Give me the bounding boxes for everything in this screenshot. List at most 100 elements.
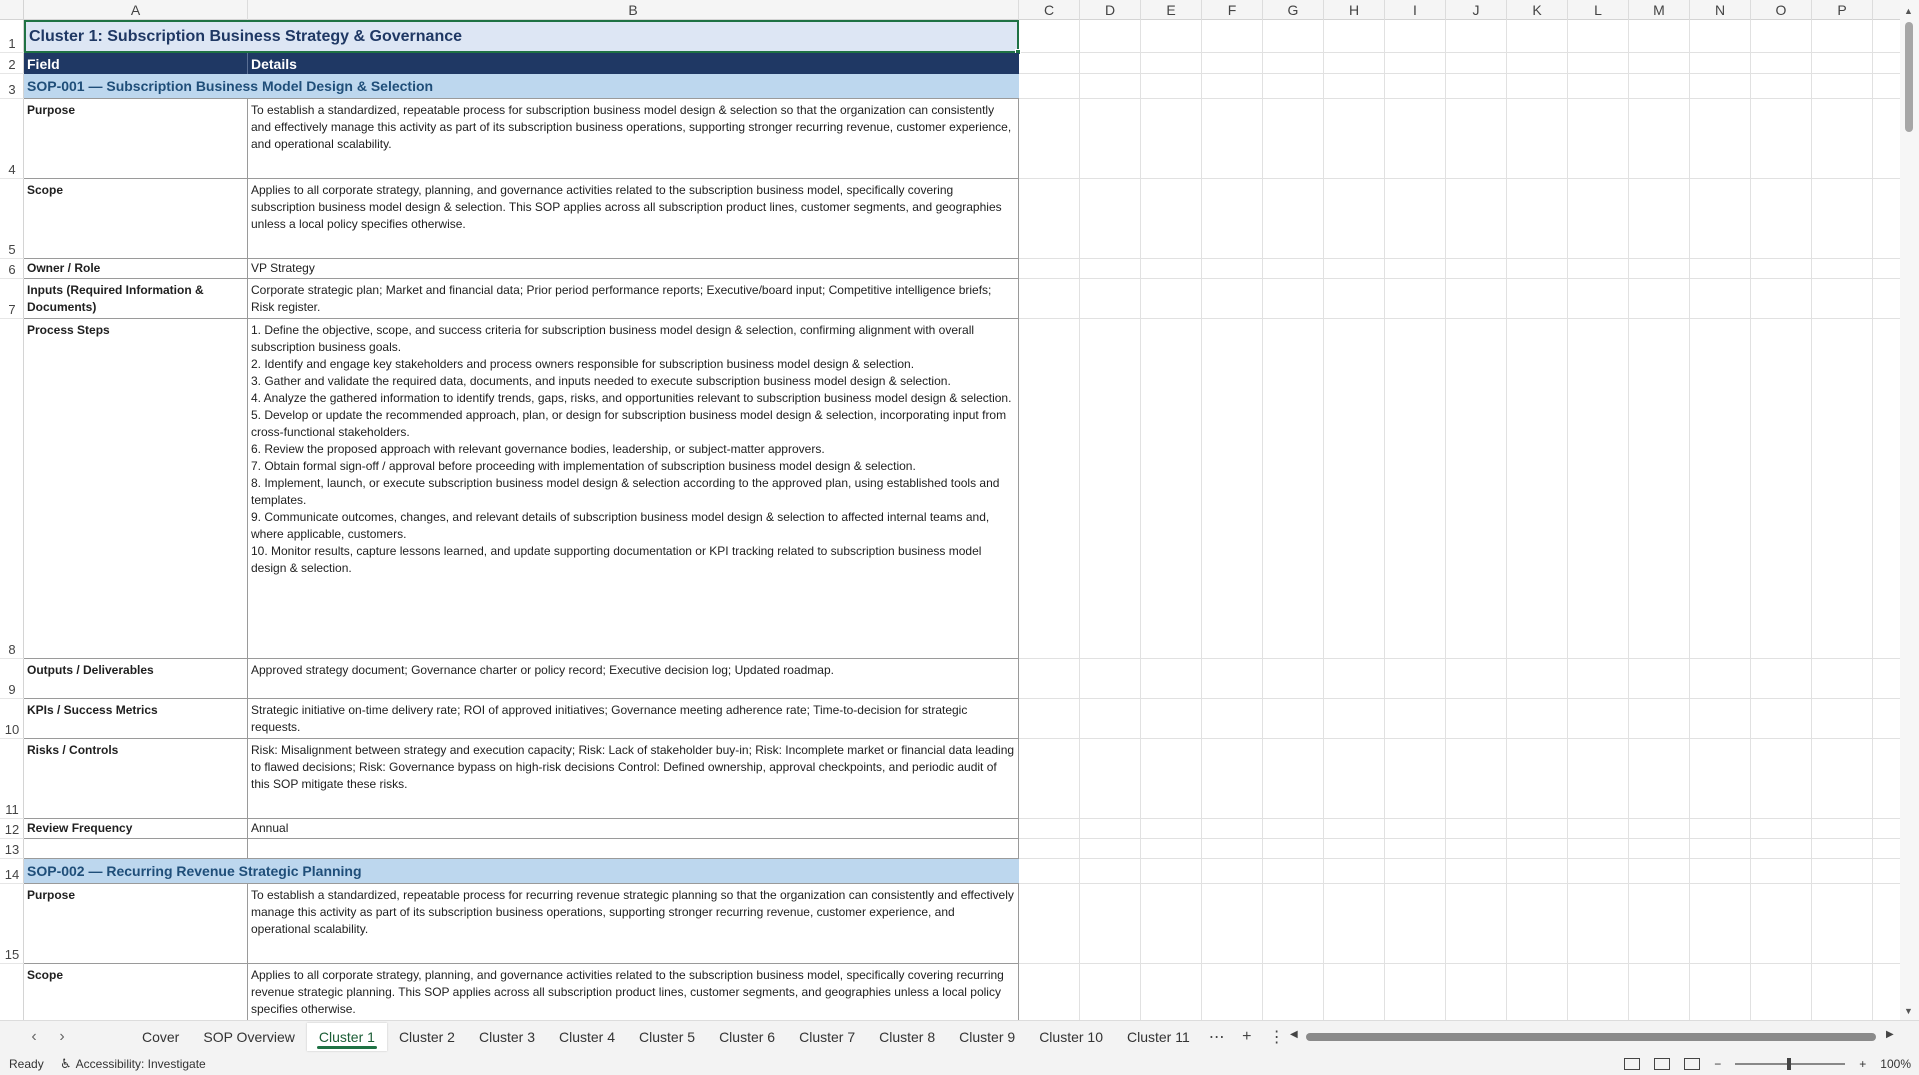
vertical-scrollbar[interactable]: ▲ ▼ [1900,0,1919,1020]
zoom-level[interactable]: 100% [1880,1057,1911,1071]
row-header[interactable]: 10 [0,699,24,739]
field-owner[interactable]: Owner / Role [24,259,248,279]
page-break-view-icon[interactable] [1684,1058,1701,1070]
column-header-k[interactable]: K [1507,0,1568,20]
accessibility-button[interactable]: ♿ Accessibility: Investigate [60,1056,206,1072]
grid-line [1263,20,1324,1020]
row-header[interactable]: 14 [0,859,24,884]
field-review[interactable]: Review Frequency [24,819,248,839]
row-header[interactable]: 9 [0,659,24,699]
cell-grid[interactable]: 1 2 3 4 5 6 7 8 9 10 11 12 13 14 15 16 [0,20,1900,1020]
empty-cell[interactable] [24,839,248,859]
add-sheet-icon[interactable]: + [1232,1028,1262,1046]
field-risks[interactable]: Risks / Controls [24,739,248,819]
column-header-h[interactable]: H [1324,0,1385,20]
scroll-right-icon[interactable]: ▶ [1886,1029,1894,1040]
sheet-tab-cluster-11[interactable]: Cluster 11 [1115,1023,1202,1051]
sheet-tab-cluster-3[interactable]: Cluster 3 [467,1023,547,1051]
field-scope[interactable]: Scope [24,964,248,1020]
row-header[interactable]: 12 [0,819,24,839]
sheet-tab-cover[interactable]: Cover [130,1023,191,1051]
sheet-tab-cluster-7[interactable]: Cluster 7 [787,1023,867,1051]
column-header-l[interactable]: L [1568,0,1629,20]
details-risks[interactable]: Risk: Misalignment between strategy and … [248,739,1019,819]
sheet-tab-cluster-4[interactable]: Cluster 4 [547,1023,627,1051]
column-header-i[interactable]: I [1385,0,1446,20]
table-row: Outputs / Deliverables Approved strategy… [24,659,1043,699]
field-kpis[interactable]: KPIs / Success Metrics [24,699,248,739]
row-header[interactable]: 4 [0,99,24,179]
field-outputs[interactable]: Outputs / Deliverables [24,659,248,699]
page-layout-view-icon[interactable] [1654,1058,1671,1070]
column-header-a[interactable]: A [24,0,248,20]
field-scope[interactable]: Scope [24,179,248,259]
sheet-tab-cluster-2[interactable]: Cluster 2 [387,1023,467,1051]
row-header[interactable]: 3 [0,74,24,99]
column-header-b[interactable]: B [248,0,1019,20]
field-inputs[interactable]: Inputs (Required Information & Documents… [24,279,248,319]
zoom-out-icon[interactable]: − [1714,1057,1721,1071]
horizontal-scroll-thumb[interactable] [1306,1033,1876,1041]
column-header-o[interactable]: O [1751,0,1812,20]
details-purpose[interactable]: To establish a standardized, repeatable … [248,884,1019,964]
sheet-tab-cluster-1[interactable]: Cluster 1 [306,1023,387,1051]
sheet-title-cell[interactable]: Cluster 1: Subscription Business Strateg… [24,20,1019,53]
sheet-options-icon[interactable]: ⋮ [1262,1027,1292,1047]
column-header-p[interactable]: P [1812,0,1873,20]
column-header-f[interactable]: F [1202,0,1263,20]
zoom-slider-knob[interactable] [1787,1058,1792,1070]
details-scope[interactable]: Applies to all corporate strategy, plann… [248,964,1019,1020]
vertical-scroll-thumb[interactable] [1905,22,1913,132]
column-header-g[interactable]: G [1263,0,1324,20]
row-header[interactable]: 13 [0,839,24,859]
column-header-n[interactable]: N [1690,0,1751,20]
details-purpose[interactable]: To establish a standardized, repeatable … [248,99,1019,179]
sop-001-heading[interactable]: SOP-001 — Subscription Business Model De… [24,74,1019,99]
details-scope[interactable]: Applies to all corporate strategy, plann… [248,179,1019,259]
field-purpose[interactable]: Purpose [24,99,248,179]
row-header[interactable]: 11 [0,739,24,819]
column-header-c[interactable]: C [1019,0,1080,20]
details-kpis[interactable]: Strategic initiative on-time delivery ra… [248,699,1019,739]
zoom-slider[interactable] [1735,1058,1846,1070]
column-header-j[interactable]: J [1446,0,1507,20]
row-header[interactable]: 16 [0,964,24,1020]
select-all-corner[interactable] [0,0,24,20]
sop-002-heading[interactable]: SOP-002 — Recurring Revenue Strategic Pl… [24,859,1019,884]
row-header[interactable]: 15 [0,884,24,964]
sheet-tab-cluster-6[interactable]: Cluster 6 [707,1023,787,1051]
header-details-cell[interactable]: Details [248,53,1019,74]
row-header[interactable]: 8 [0,319,24,659]
sheet-tab-cluster-9[interactable]: Cluster 9 [947,1023,1027,1051]
row-header[interactable]: 5 [0,179,24,259]
zoom-in-icon[interactable]: + [1859,1057,1866,1071]
field-purpose[interactable]: Purpose [24,884,248,964]
field-process-steps[interactable]: Process Steps [24,319,248,659]
details-owner[interactable]: VP Strategy [248,259,1019,279]
details-inputs[interactable]: Corporate strategic plan; Market and fin… [248,279,1019,319]
empty-cell[interactable] [248,839,1019,859]
more-sheets-icon[interactable]: ⋯ [1202,1027,1232,1047]
row-header[interactable]: 2 [0,53,24,74]
column-header-e[interactable]: E [1141,0,1202,20]
sheet-tab-sop-overview[interactable]: SOP Overview [191,1023,307,1051]
horizontal-scrollbar[interactable]: ◀ ▶ [1290,1029,1900,1042]
row-header[interactable]: 1 [0,20,24,53]
previous-sheet-icon[interactable]: ‹ [20,1028,48,1046]
scroll-left-icon[interactable]: ◀ [1290,1029,1298,1040]
sheet-tab-cluster-5[interactable]: Cluster 5 [627,1023,707,1051]
details-review[interactable]: Annual [248,819,1019,839]
scroll-up-icon[interactable]: ▲ [1904,6,1913,16]
column-header-m[interactable]: M [1629,0,1690,20]
normal-view-icon[interactable] [1624,1058,1641,1070]
header-field-cell[interactable]: Field [24,53,248,74]
details-outputs[interactable]: Approved strategy document; Governance c… [248,659,1019,699]
sheet-tab-cluster-8[interactable]: Cluster 8 [867,1023,947,1051]
row-header[interactable]: 6 [0,259,24,279]
details-process-steps[interactable]: 1. Define the objective, scope, and succ… [248,319,1019,659]
sheet-tab-cluster-10[interactable]: Cluster 10 [1027,1023,1115,1051]
scroll-down-icon[interactable]: ▼ [1904,1006,1913,1016]
column-header-d[interactable]: D [1080,0,1141,20]
row-header[interactable]: 7 [0,279,24,319]
next-sheet-icon[interactable]: › [48,1028,76,1046]
